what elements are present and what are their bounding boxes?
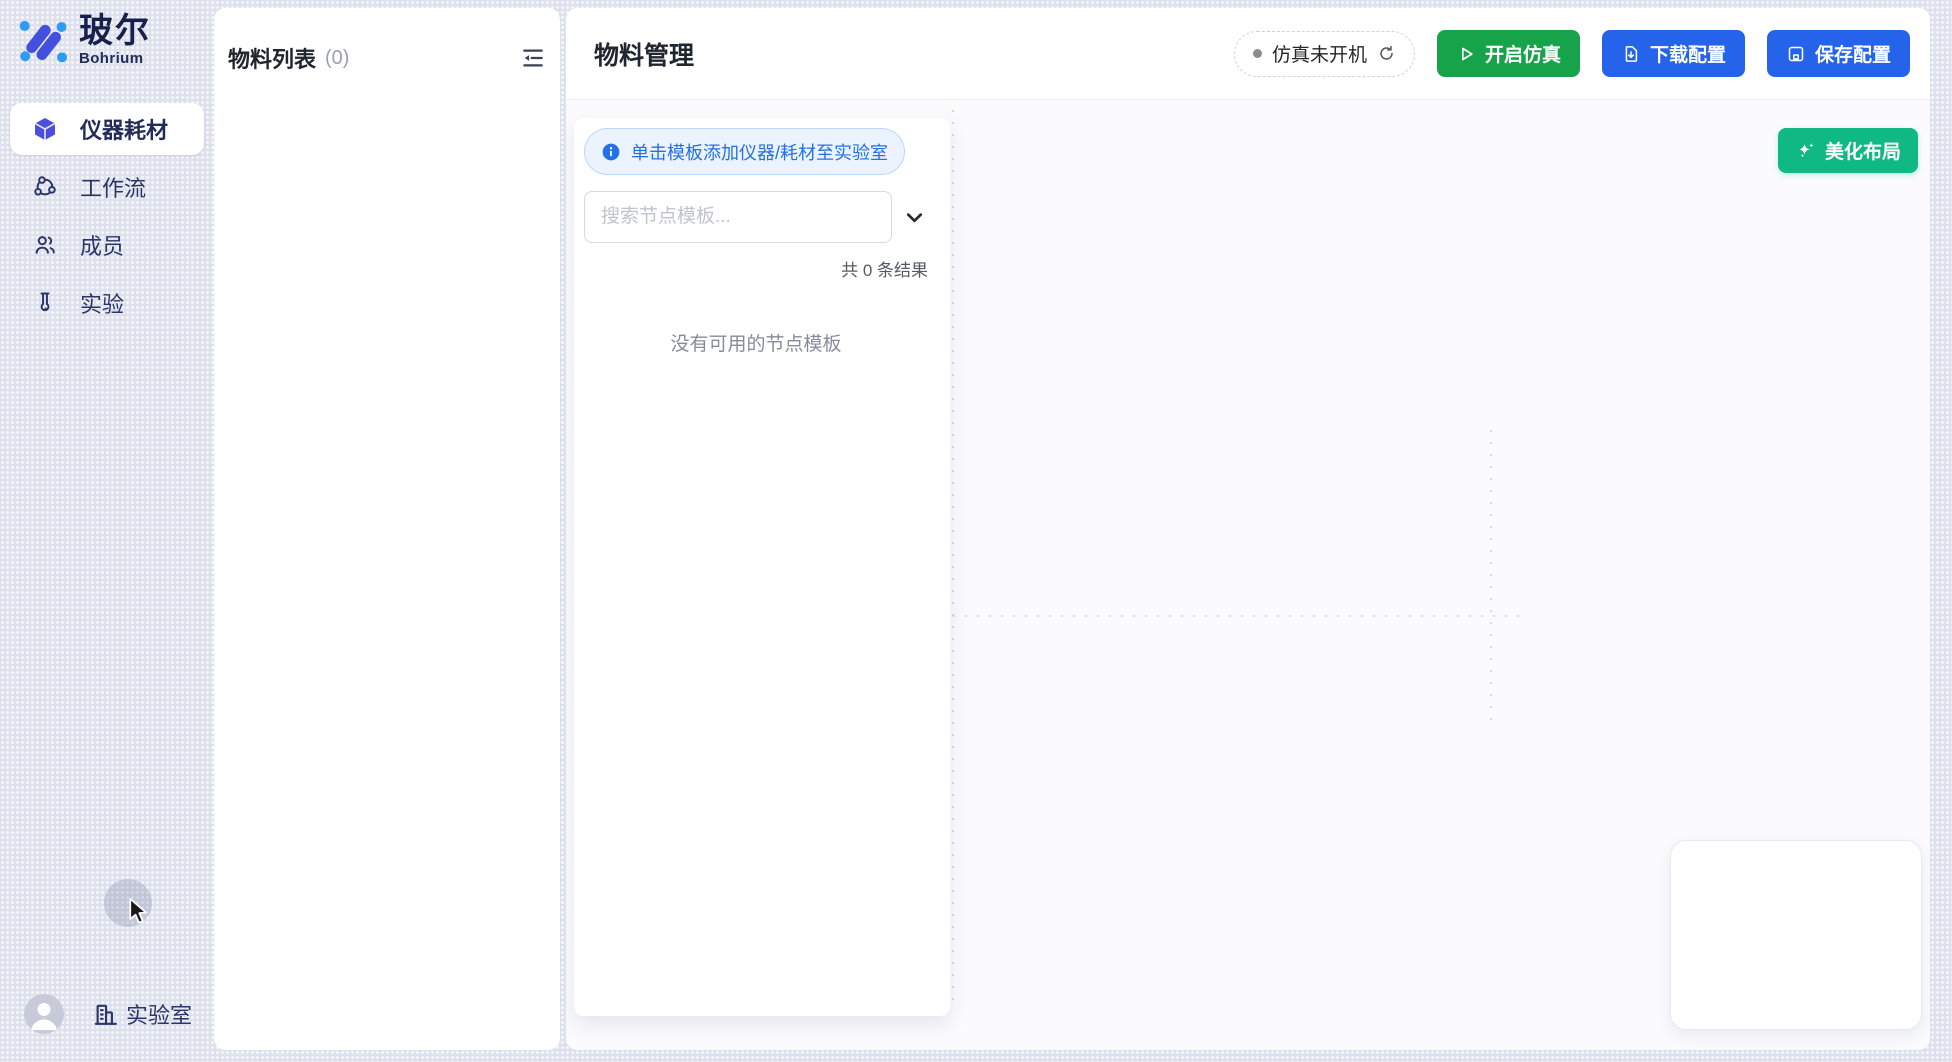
- brand-logo: 玻尔 Bohrium: [16, 14, 151, 67]
- page-title: 物料管理: [594, 36, 694, 72]
- materials-count: (0): [325, 47, 349, 70]
- start-simulation-button[interactable]: 开启仿真: [1437, 30, 1580, 77]
- sidebar-item-members[interactable]: 成员: [10, 219, 204, 271]
- sidebar-item-label: 成员: [80, 229, 124, 261]
- materials-panel: 物料列表 (0): [214, 8, 560, 1050]
- mouse-cursor: [126, 897, 152, 932]
- page-header: 物料管理 仿真未开机 开启仿真: [566, 8, 1930, 100]
- materials-panel-header: 物料列表 (0): [214, 8, 560, 74]
- canvas-grid-line: [953, 615, 1523, 617]
- expand-filters-button[interactable]: [900, 203, 928, 231]
- save-icon: [1786, 44, 1806, 64]
- save-config-label: 保存配置: [1815, 40, 1891, 67]
- canvas-grid-line: [952, 110, 954, 1010]
- sparkles-icon: [1795, 140, 1816, 161]
- results-count: 共 0 条结果: [584, 256, 928, 281]
- simulation-status-pill[interactable]: 仿真未开机: [1234, 31, 1415, 77]
- materials-panel-title: 物料列表: [228, 42, 316, 74]
- experiment-icon: [32, 290, 58, 316]
- node-template-panel: 单击模板添加仪器/耗材至实验室 共 0 条结果 没有可用的节点模板: [574, 118, 950, 1016]
- sidebar-nav: 仪器耗材 工作流 成员: [10, 103, 204, 329]
- sidebar-item-instruments[interactable]: 仪器耗材: [10, 103, 204, 155]
- template-search-row: [584, 191, 928, 243]
- info-icon: [601, 142, 621, 162]
- members-icon: [32, 232, 58, 258]
- user-avatar[interactable]: [24, 994, 64, 1034]
- download-config-button[interactable]: 下载配置: [1602, 30, 1745, 77]
- template-hint-text: 单击模板添加仪器/耗材至实验室: [631, 139, 888, 165]
- brand-name-zh: 玻尔: [79, 14, 151, 49]
- sidebar-item-label: 实验: [80, 287, 124, 319]
- beautify-layout-button[interactable]: 美化布局: [1778, 128, 1918, 173]
- sidebar: 玻尔 Bohrium 仪器耗材 工作流: [0, 0, 214, 1062]
- search-input[interactable]: [584, 191, 892, 243]
- workflow-icon: [32, 174, 58, 200]
- beautify-layout-label: 美化布局: [1825, 137, 1901, 164]
- simulation-status-label: 仿真未开机: [1272, 40, 1367, 67]
- cube-icon: [32, 116, 58, 142]
- chevron-down-icon: [903, 206, 926, 229]
- save-config-button[interactable]: 保存配置: [1767, 30, 1910, 77]
- sidebar-item-label: 工作流: [80, 171, 146, 203]
- main-panel: 物料管理 仿真未开机 开启仿真: [566, 8, 1930, 1050]
- status-dot-icon: [1253, 49, 1262, 58]
- sidebar-item-workflow[interactable]: 工作流: [10, 161, 204, 213]
- workspace-label[interactable]: 实验室: [126, 998, 192, 1030]
- empty-template-message: 没有可用的节点模板: [584, 329, 928, 356]
- sidebar-footer: 实验室: [24, 994, 192, 1034]
- flow-canvas[interactable]: 美化布局 单击模板添加仪器/耗材至实验室: [566, 100, 1930, 1050]
- canvas-grid-line: [1490, 430, 1492, 723]
- refresh-icon[interactable]: [1377, 44, 1396, 63]
- bohrium-logo-icon: [16, 14, 68, 66]
- download-config-label: 下载配置: [1650, 40, 1726, 67]
- building-icon: [92, 1001, 119, 1028]
- sidebar-item-label: 仪器耗材: [80, 113, 168, 145]
- collapse-panel-button[interactable]: [518, 43, 548, 73]
- template-hint-banner: 单击模板添加仪器/耗材至实验室: [584, 128, 905, 175]
- file-download-icon: [1621, 44, 1641, 64]
- play-icon: [1456, 44, 1476, 64]
- sidebar-item-experiments[interactable]: 实验: [10, 277, 204, 329]
- header-actions: 仿真未开机 开启仿真: [1234, 30, 1910, 77]
- brand-name-en: Bohrium: [79, 50, 151, 67]
- canvas-minimap[interactable]: [1670, 840, 1922, 1030]
- start-simulation-label: 开启仿真: [1485, 40, 1561, 67]
